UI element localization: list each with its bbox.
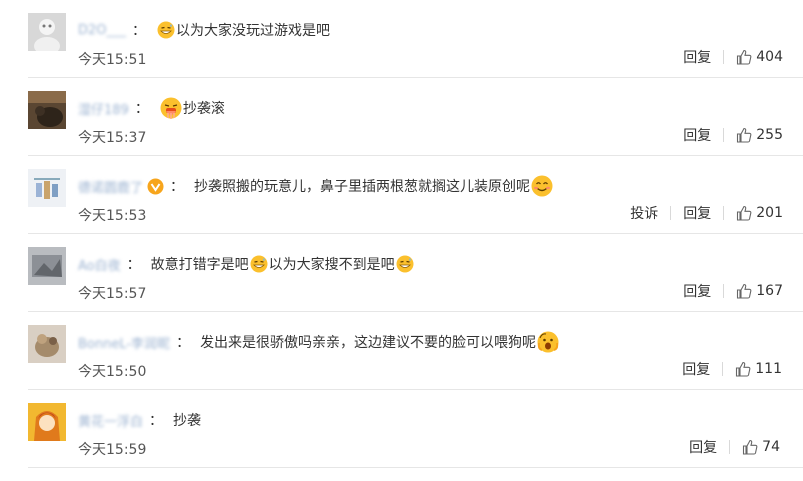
divider xyxy=(729,440,731,454)
comment-time: 今天15:51 xyxy=(78,52,147,68)
reply-button[interactable]: 回复 xyxy=(682,359,710,379)
divider xyxy=(723,50,725,64)
comment-time: 今天15:57 xyxy=(78,286,147,302)
comment-item: Ao白夜 ： 故意打错字是吧 以为大家搜不到是吧 今天15:57 回复 167 xyxy=(0,234,803,312)
comment-item: 湿仔189 ： 抄袭滚 今天15:37 回复 255 xyxy=(0,78,803,156)
grin-sweat-emoji-icon xyxy=(157,21,175,39)
separator: ： xyxy=(170,179,185,195)
reply-button[interactable]: 回复 xyxy=(683,281,711,301)
avatar[interactable] xyxy=(28,169,66,207)
like-count: 201 xyxy=(756,205,783,221)
avatar[interactable] xyxy=(28,247,66,285)
comment-text: 抄袭 xyxy=(173,413,202,429)
avatar[interactable] xyxy=(28,403,66,441)
divider xyxy=(722,362,724,376)
like-count: 74 xyxy=(762,439,780,455)
username-link[interactable]: 黄花一浮白 xyxy=(78,411,143,430)
divider xyxy=(28,467,803,468)
thumbs-up-icon xyxy=(737,283,752,299)
comment-text: 抄袭滚 xyxy=(182,101,225,117)
thumbs-up-icon xyxy=(736,361,751,377)
username-link[interactable]: 湿仔189 xyxy=(78,99,129,118)
comment-item: BonneL-李润昵 ： 发出来是很骄傲吗亲亲，这边建议不要的脸可以喂狗呢 今天… xyxy=(0,312,803,390)
smile-emoji-icon xyxy=(531,175,553,197)
like-count: 111 xyxy=(755,361,782,377)
like-button[interactable]: 404 xyxy=(736,49,783,65)
separator: ： xyxy=(149,413,164,429)
like-count: 404 xyxy=(756,49,783,65)
comment-text-part: 以为大家搜不到是吧 xyxy=(268,257,395,273)
comment-text: 抄袭照搬的玩意儿，鼻子里插两根葱就搁这儿装原创呢 xyxy=(194,179,531,195)
divider xyxy=(723,284,725,298)
grin-sweat-emoji-icon xyxy=(396,255,414,273)
report-button[interactable]: 投诉 xyxy=(630,203,658,223)
avatar[interactable] xyxy=(28,325,66,363)
thumbs-up-icon xyxy=(737,205,752,221)
comment-time: 今天15:50 xyxy=(78,364,147,380)
thumbs-up-icon xyxy=(737,49,752,65)
thumbs-up-icon xyxy=(737,127,752,143)
divider xyxy=(670,206,672,220)
reply-button[interactable]: 回复 xyxy=(683,203,711,223)
username-link[interactable]: Ao白夜 xyxy=(78,255,121,274)
username-link[interactable]: BonneL-李润昵 xyxy=(78,333,170,352)
comment-text-part: 故意打错字是吧 xyxy=(150,257,249,273)
scream-emoji-icon xyxy=(537,331,559,353)
avatar[interactable] xyxy=(28,13,66,51)
comment-time: 今天15:53 xyxy=(78,208,147,224)
verified-badge-icon xyxy=(147,178,164,195)
separator: ： xyxy=(176,335,191,351)
reply-button[interactable]: 回复 xyxy=(683,47,711,67)
divider xyxy=(723,206,725,220)
like-button[interactable]: 201 xyxy=(736,205,783,221)
comment-time: 今天15:59 xyxy=(78,442,147,458)
comment-item: D2O___ ： 以为大家没玩过游戏是吧 今天15:51 回复 404 xyxy=(0,0,803,78)
like-button[interactable]: 74 xyxy=(742,439,780,455)
like-button[interactable]: 111 xyxy=(735,361,782,377)
comment-text: 以为大家没玩过游戏是吧 xyxy=(176,23,331,39)
comment-list: D2O___ ： 以为大家没玩过游戏是吧 今天15:51 回复 404 湿仔18… xyxy=(0,0,803,481)
grin-sweat-emoji-icon xyxy=(250,255,268,273)
separator: ： xyxy=(134,101,149,117)
like-button[interactable]: 167 xyxy=(736,283,783,299)
comment-text: 发出来是很骄傲吗亲亲，这边建议不要的脸可以喂狗呢 xyxy=(200,335,537,351)
username-link[interactable]: D2O___ xyxy=(78,23,126,38)
comment-item: 德诺圆鹿了 ： 抄袭照搬的玩意儿，鼻子里插两根葱就搁这儿装原创呢 今天15:53… xyxy=(0,156,803,234)
separator: ： xyxy=(126,257,141,273)
username-link[interactable]: 德诺圆鹿了 xyxy=(78,177,143,196)
like-count: 255 xyxy=(756,127,783,143)
like-count: 167 xyxy=(756,283,783,299)
reply-button[interactable]: 回复 xyxy=(689,437,717,457)
avatar[interactable] xyxy=(28,91,66,129)
comment-time: 今天15:37 xyxy=(78,130,147,146)
vomit-emoji-icon xyxy=(160,97,182,119)
divider xyxy=(723,128,725,142)
separator: ： xyxy=(132,23,147,39)
reply-button[interactable]: 回复 xyxy=(683,125,711,145)
like-button[interactable]: 255 xyxy=(736,127,783,143)
thumbs-up-icon xyxy=(743,439,758,455)
comment-item: 黄花一浮白 ： 抄袭 今天15:59 回复 74 xyxy=(0,390,803,468)
